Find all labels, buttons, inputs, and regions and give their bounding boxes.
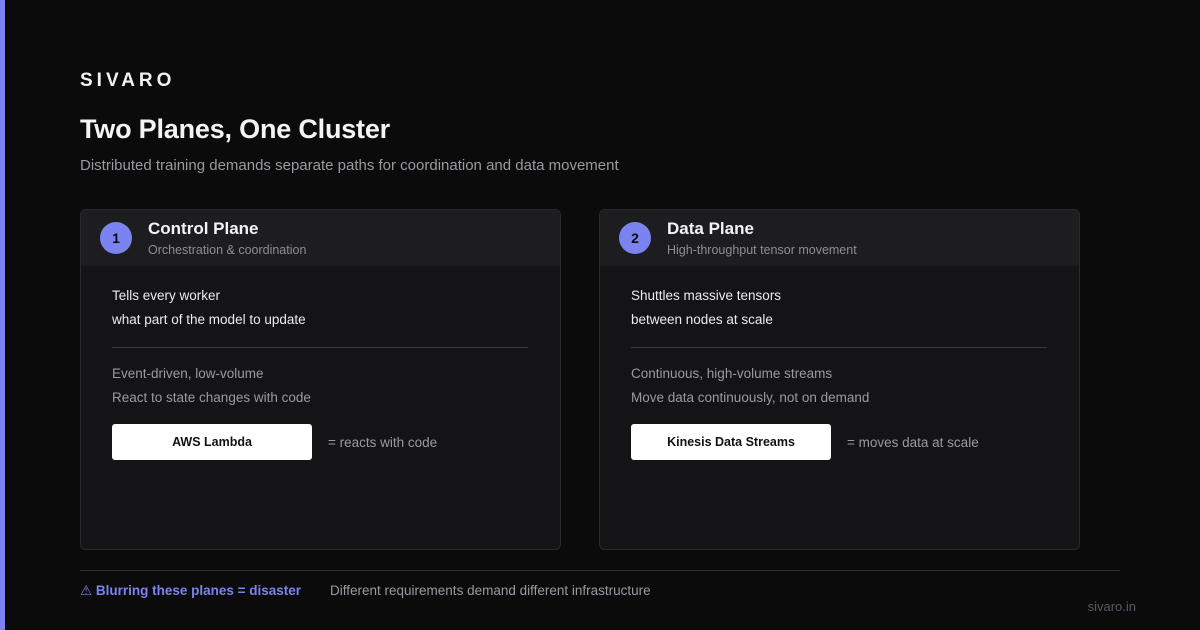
- data-plane-card: 2 Data Plane High-throughput tensor move…: [599, 209, 1080, 550]
- card-header: 2 Data Plane High-throughput tensor move…: [600, 210, 1079, 266]
- page-subtitle: Distributed training demands separate pa…: [80, 157, 619, 174]
- card-title: Control Plane: [148, 219, 259, 238]
- service-note: = reacts with code: [328, 435, 438, 450]
- card-description-line-1: Tells every worker: [112, 288, 221, 303]
- brand-logo: SIVARO: [80, 70, 176, 91]
- card-trait-line-1: Event-driven, low-volume: [112, 366, 264, 381]
- card-header: 1 Control Plane Orchestration & coordina…: [81, 210, 560, 266]
- card-title: Data Plane: [667, 219, 754, 238]
- card-divider: [112, 347, 528, 348]
- number-badge: 1: [100, 222, 132, 254]
- service-note: = moves data at scale: [847, 435, 979, 450]
- aws-lambda-button[interactable]: AWS Lambda: [112, 424, 312, 460]
- card-subtitle: High-throughput tensor movement: [667, 243, 857, 257]
- footer-note: Different requirements demand different …: [330, 583, 651, 598]
- card-subtitle: Orchestration & coordination: [148, 243, 307, 257]
- footer-divider: [80, 570, 1120, 571]
- control-plane-card: 1 Control Plane Orchestration & coordina…: [80, 209, 561, 550]
- page-title: Two Planes, One Cluster: [80, 114, 390, 144]
- kinesis-data-streams-button[interactable]: Kinesis Data Streams: [631, 424, 831, 460]
- card-divider: [631, 347, 1047, 348]
- accent-bar: [0, 0, 5, 630]
- number-badge: 2: [619, 222, 651, 254]
- site-url: sivaro.in: [1087, 599, 1136, 614]
- warning-callout: ⚠ Blurring these planes = disaster: [80, 583, 302, 598]
- card-trait-line-1: Continuous, high-volume streams: [631, 366, 833, 381]
- card-trait-line-2: Move data continuously, not on demand: [631, 390, 870, 405]
- card-description-line-2: what part of the model to update: [112, 312, 306, 327]
- card-description-line-1: Shuttles massive tensors: [631, 288, 782, 303]
- card-trait-line-2: React to state changes with code: [112, 390, 311, 405]
- card-description-line-2: between nodes at scale: [631, 312, 773, 327]
